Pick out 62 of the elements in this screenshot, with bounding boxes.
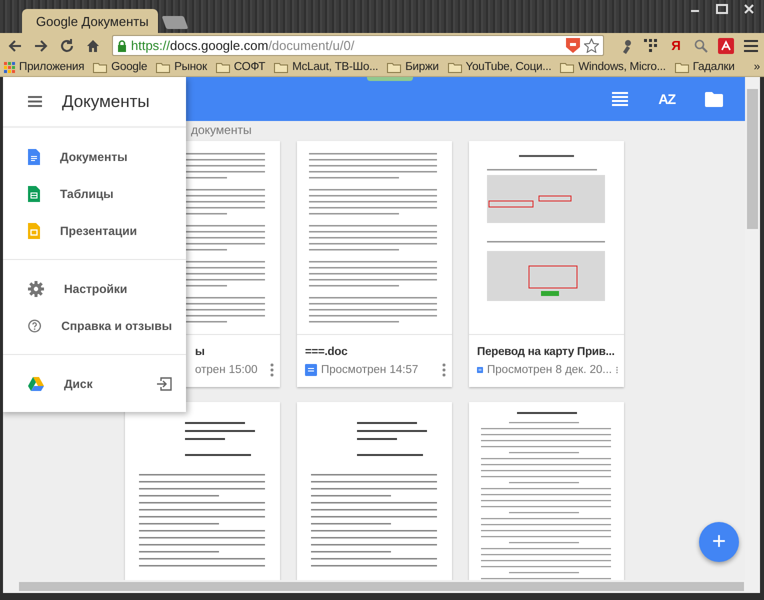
folder-icon: [448, 62, 462, 72]
document-title: Перевод на карту Прив...: [477, 346, 616, 358]
maximize-icon[interactable]: [716, 4, 728, 14]
close-icon[interactable]: [744, 4, 754, 14]
more-options-icon[interactable]: [270, 362, 274, 376]
sheets-icon: [28, 186, 40, 202]
folder-icon: [387, 62, 402, 72]
star-icon[interactable]: [584, 38, 599, 53]
document-card[interactable]: ===.doc Просмотрен 14:57: [297, 141, 452, 387]
section-heading: документы: [191, 123, 252, 137]
bookmark[interactable]: Windows, Micro...: [560, 61, 666, 73]
bookmark[interactable]: YouTube, Соци...: [448, 61, 552, 73]
reload-icon[interactable]: [58, 36, 76, 54]
sort-button[interactable]: AZ: [658, 91, 675, 107]
shield-icon[interactable]: [566, 38, 580, 53]
exit-icon[interactable]: [156, 376, 172, 390]
viewed-time: Просмотрен 14:57: [321, 364, 420, 376]
search-icon[interactable]: [694, 38, 708, 52]
folder-icon: [216, 62, 230, 72]
folder-icon: [274, 62, 288, 72]
menu-icon[interactable]: [744, 40, 758, 52]
document-title: ы: [195, 346, 206, 358]
document-title: ===.doc: [305, 346, 348, 358]
bookmark[interactable]: Рынок: [156, 61, 207, 73]
list-view-icon[interactable]: [612, 92, 628, 106]
drawer-title: Документы: [62, 92, 150, 112]
more-bookmarks-button[interactable]: »: [754, 61, 760, 73]
folder-icon: [156, 62, 170, 72]
document-card[interactable]: Перевод на карту Прив... Просмотрен 8 дек. 20...: [469, 141, 624, 387]
new-document-button[interactable]: +: [699, 522, 739, 562]
slides-icon: [28, 222, 40, 238]
grid-icon[interactable]: [644, 38, 658, 52]
viewed-time: Просмотрен 8 дек. 20...: [487, 364, 612, 376]
bookmark[interactable]: СОФТ: [216, 61, 266, 73]
scrollbar-thumb[interactable]: [19, 582, 744, 591]
bookmark[interactable]: Гадалки: [674, 61, 735, 73]
settings-icon: [28, 280, 44, 296]
antivirus-icon[interactable]: [718, 38, 734, 54]
folder-icon[interactable]: [705, 92, 723, 106]
docs-icon: [28, 148, 40, 164]
notification-strip: [367, 77, 413, 81]
scrollbar-thumb[interactable]: [747, 89, 758, 229]
menu-icon[interactable]: [28, 96, 42, 107]
bookmark[interactable]: Google: [93, 61, 148, 73]
folder-icon: [674, 62, 689, 72]
docs-icon: [305, 364, 317, 376]
drive-icon: [28, 376, 44, 390]
folder-icon: [560, 62, 574, 72]
new-tab-button[interactable]: [162, 16, 188, 29]
viewed-time: отрен 15:00: [195, 364, 259, 376]
bookmark[interactable]: Биржи: [387, 61, 439, 73]
bookmark[interactable]: Приложения: [4, 61, 84, 73]
extension-icon[interactable]: [620, 38, 634, 54]
help-icon: [28, 318, 42, 334]
more-options-icon[interactable]: [442, 362, 446, 376]
yandex-extension[interactable]: Я: [668, 38, 684, 53]
address-bar[interactable]: https://docs.google.com/document/u/0/: [112, 35, 604, 56]
apps-icon: [4, 62, 15, 72]
folder-icon: [93, 62, 108, 72]
lock-icon: [117, 40, 127, 52]
bookmark[interactable]: McLaut, ТВ-Шо...: [274, 61, 378, 73]
browser-tab[interactable]: Google Документы: [22, 9, 158, 33]
